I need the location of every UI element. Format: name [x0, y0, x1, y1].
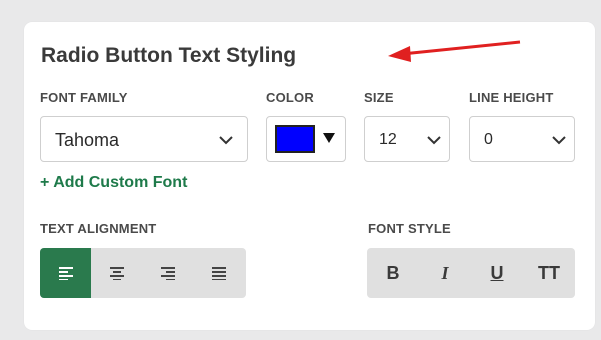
- color-label: COLOR: [266, 90, 314, 105]
- align-justify-button[interactable]: [193, 248, 244, 298]
- font-style-group: B I U TT: [367, 248, 575, 298]
- italic-icon: I: [441, 262, 449, 283]
- align-center-icon: [109, 267, 124, 280]
- size-label: SIZE: [364, 90, 394, 105]
- uppercase-button[interactable]: TT: [523, 248, 575, 298]
- align-center-button[interactable]: [91, 248, 142, 298]
- chevron-down-icon: [427, 136, 441, 145]
- size-select[interactable]: 12: [364, 116, 450, 162]
- underline-button[interactable]: U: [471, 248, 523, 298]
- line-height-value: 0: [484, 131, 493, 148]
- annotation-arrow: [388, 40, 521, 62]
- text-alignment-group: [40, 248, 246, 298]
- chevron-down-icon: [552, 136, 566, 145]
- underline-icon: U: [490, 262, 504, 283]
- line-height-label: LINE HEIGHT: [469, 90, 554, 105]
- italic-button[interactable]: I: [419, 248, 471, 298]
- caret-down-icon: [323, 133, 335, 143]
- font-style-label: FONT STYLE: [368, 221, 451, 236]
- size-value: 12: [379, 131, 397, 148]
- bold-icon: B: [386, 262, 400, 283]
- font-family-label: FONT FAMILY: [40, 90, 128, 105]
- uppercase-icon: TT: [538, 262, 560, 283]
- align-right-button[interactable]: [142, 248, 193, 298]
- line-height-select[interactable]: 0: [469, 116, 575, 162]
- color-picker[interactable]: [266, 116, 346, 162]
- chevron-down-icon: [219, 136, 233, 145]
- font-family-select[interactable]: Tahoma: [40, 116, 248, 162]
- font-family-value: Tahoma: [55, 130, 120, 150]
- align-left-icon: [58, 267, 73, 280]
- align-left-button[interactable]: [40, 248, 91, 298]
- bold-button[interactable]: B: [367, 248, 419, 298]
- color-swatch: [275, 125, 315, 153]
- align-right-icon: [160, 267, 175, 280]
- align-justify-icon: [211, 267, 226, 280]
- add-custom-font-link[interactable]: + Add Custom Font: [40, 174, 187, 192]
- text-alignment-label: TEXT ALIGNMENT: [40, 221, 157, 236]
- panel-title: Radio Button Text Styling: [41, 44, 297, 67]
